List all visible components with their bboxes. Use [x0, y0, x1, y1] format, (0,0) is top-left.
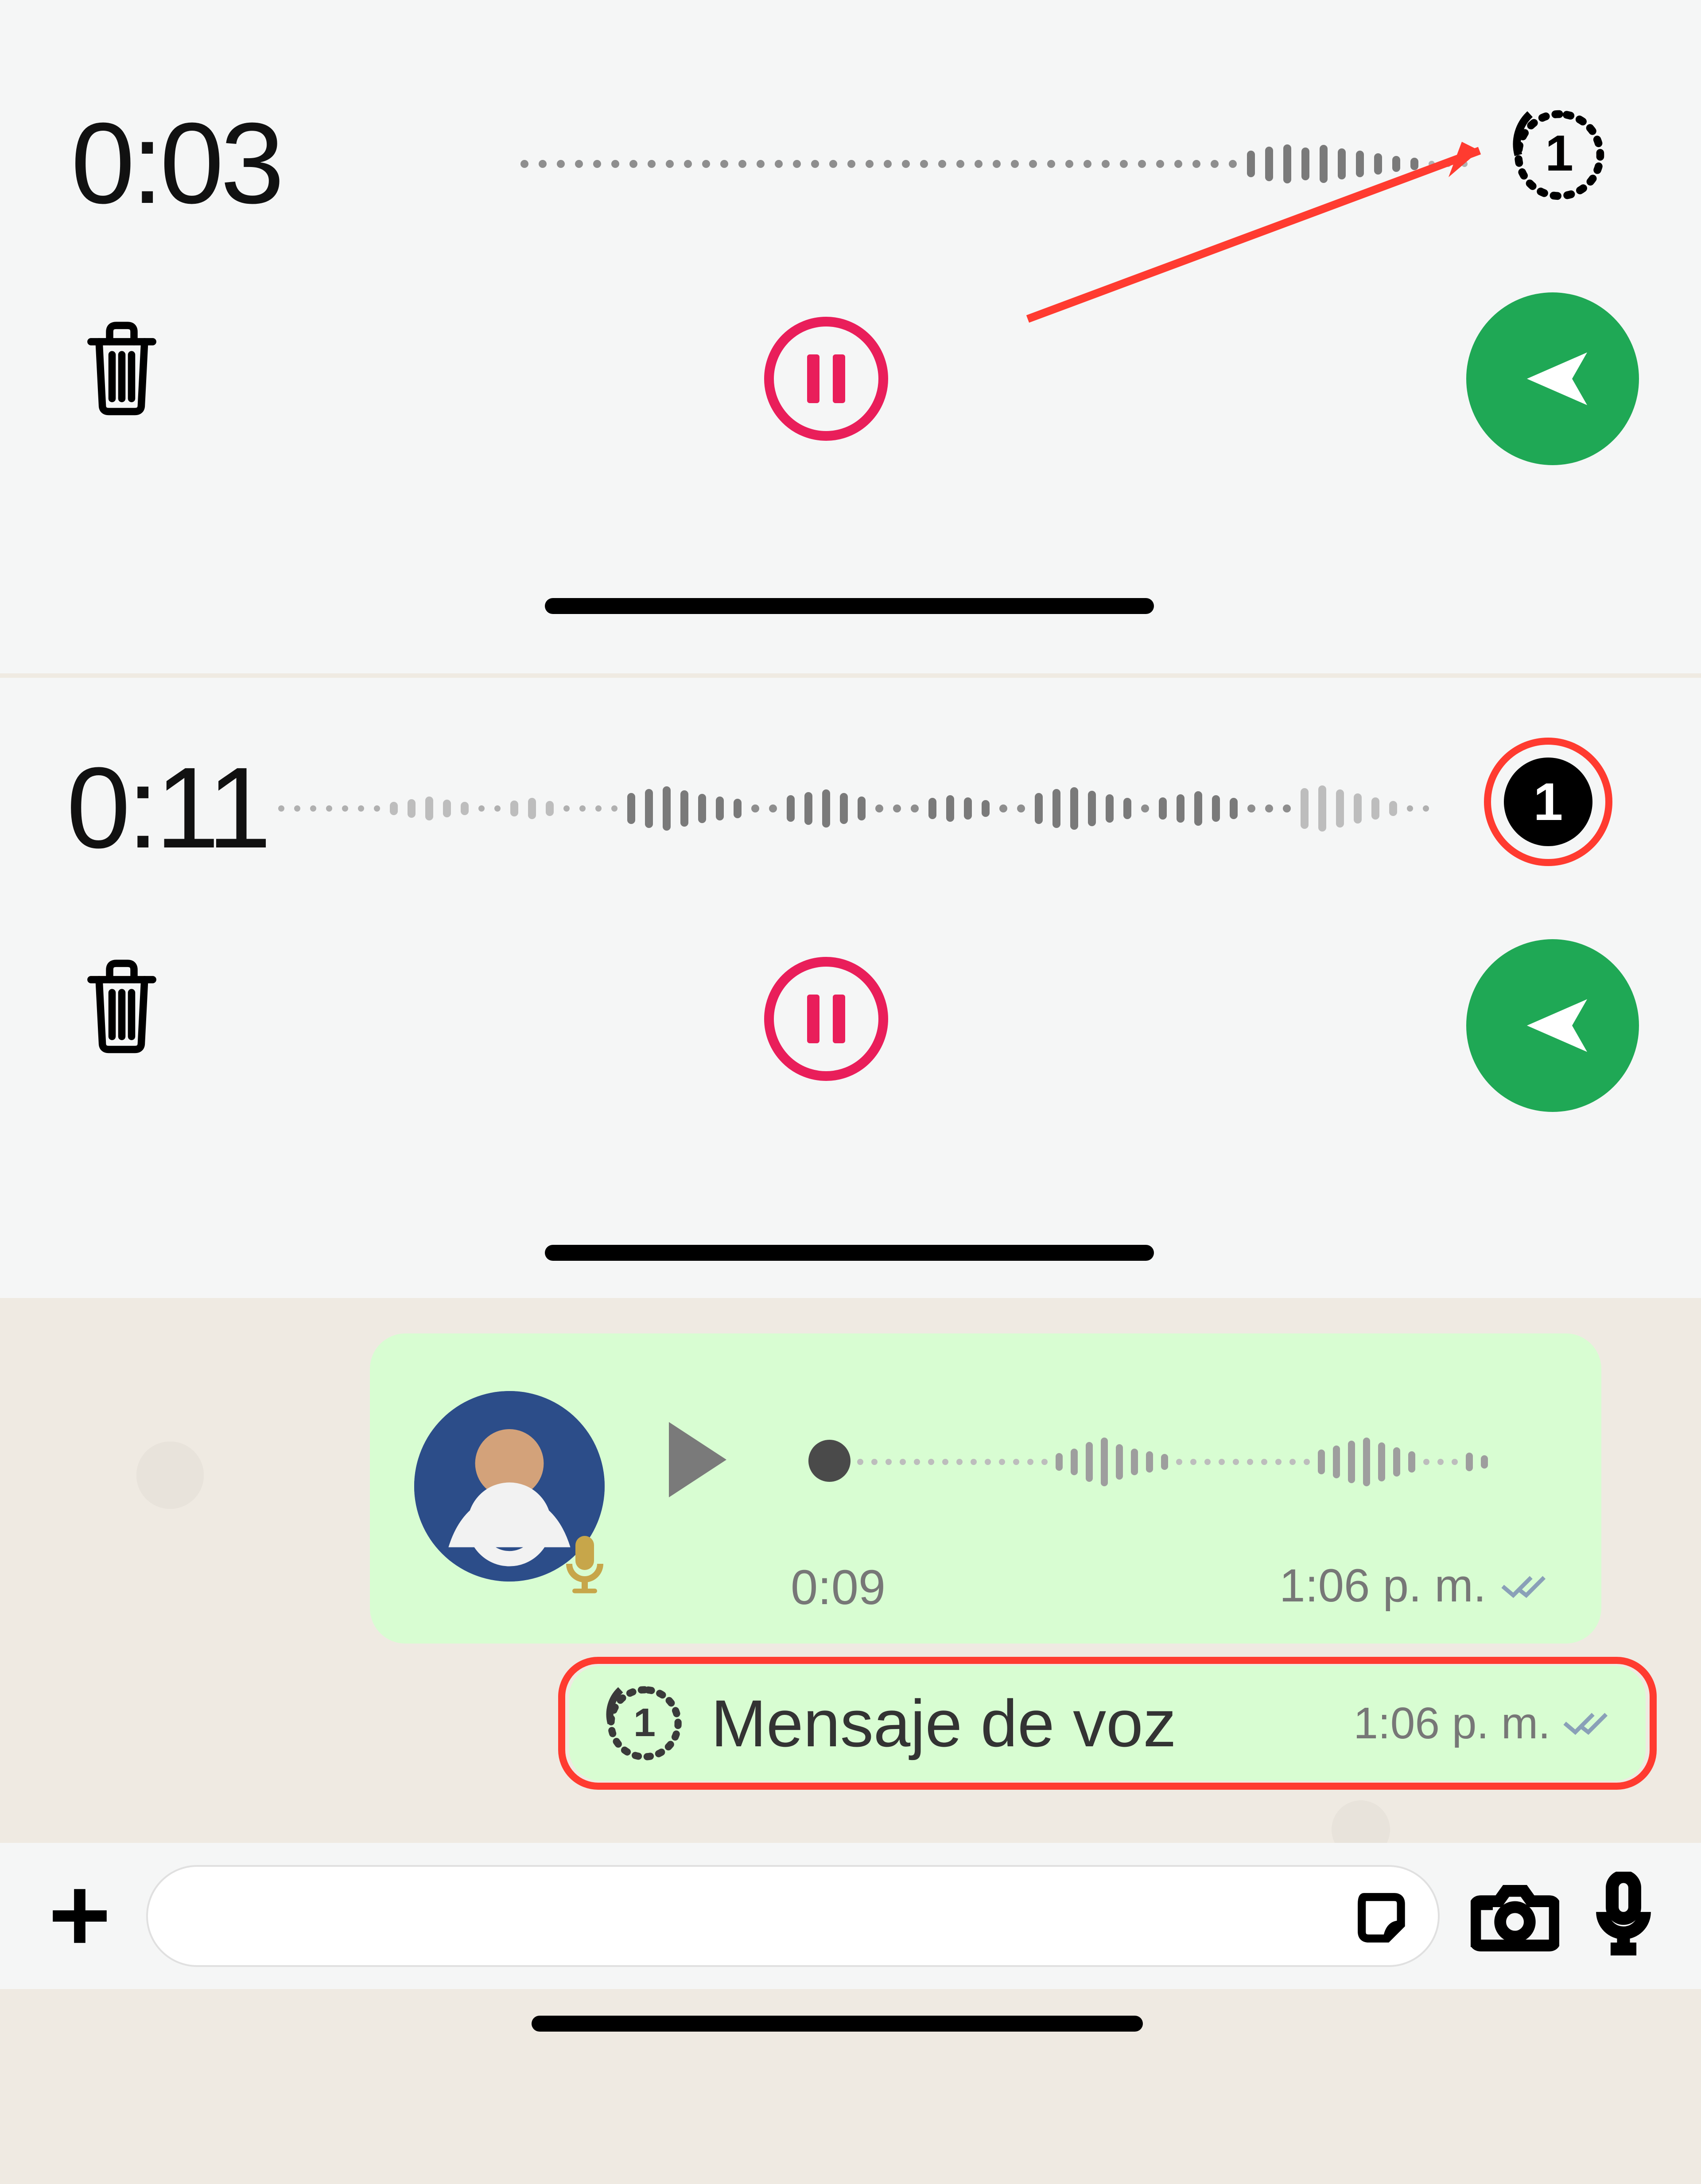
sticker-button[interactable]: [1354, 1889, 1411, 1947]
home-indicator: [532, 2016, 1143, 2032]
viewonce-voice-bubble[interactable]: 1 Mensaje de voz 1:06 p. m.: [569, 1666, 1646, 1781]
send-voice-button[interactable]: [1466, 292, 1639, 465]
viewonce-timestamp: 1:06 p. m.: [1353, 1698, 1610, 1749]
home-indicator: [545, 598, 1154, 614]
view-once-icon: 1: [605, 1683, 684, 1763]
delivered-ticks-icon: [1561, 1698, 1610, 1749]
recording-waveform[interactable]: [520, 142, 1491, 186]
attach-button[interactable]: [44, 1881, 115, 1951]
timestamp-text: 1:06 p. m.: [1279, 1559, 1486, 1613]
svg-text:1: 1: [1545, 125, 1573, 182]
voice-message-duration: 0:09: [791, 1559, 885, 1616]
svg-text:1: 1: [633, 1701, 656, 1745]
view-once-toggle-off[interactable]: 1: [1511, 106, 1608, 204]
send-voice-button[interactable]: [1466, 939, 1639, 1112]
playback-scrubber[interactable]: [808, 1440, 850, 1482]
recording-panel-1: 0:03 1: [0, 0, 1701, 673]
microphone-button[interactable]: [1590, 1872, 1657, 1960]
chat-panel: 0:09 1:06 p. m. 1 Mensaje de voz 1:06 p.…: [0, 1298, 1701, 2184]
microphone-badge-icon: [560, 1533, 609, 1595]
recording-timer: 0:11: [66, 742, 268, 874]
play-button[interactable]: [669, 1422, 726, 1497]
recording-panel-2: 0:11 1: [0, 678, 1701, 1298]
view-once-toggle-on[interactable]: 1: [1504, 758, 1592, 846]
message-input[interactable]: [146, 1865, 1440, 1967]
message-waveform[interactable]: [857, 1433, 1548, 1491]
camera-button[interactable]: [1471, 1876, 1559, 1956]
voice-message-bubble[interactable]: 0:09 1:06 p. m.: [370, 1333, 1601, 1644]
chat-input-bar: [0, 1843, 1701, 1989]
delete-recording-button[interactable]: [80, 319, 164, 416]
pause-recording-button[interactable]: [764, 317, 888, 441]
timestamp-text: 1:06 p. m.: [1353, 1698, 1550, 1749]
recording-timer: 0:03: [71, 97, 281, 230]
voice-message-timestamp: 1:06 p. m.: [1279, 1559, 1548, 1613]
viewonce-label: Mensaje de voz: [711, 1685, 1327, 1762]
pause-recording-button[interactable]: [764, 957, 888, 1081]
delivered-ticks-icon: [1499, 1559, 1548, 1613]
recording-waveform[interactable]: [278, 786, 1479, 831]
delete-recording-button[interactable]: [80, 957, 164, 1054]
home-indicator: [545, 1245, 1154, 1261]
